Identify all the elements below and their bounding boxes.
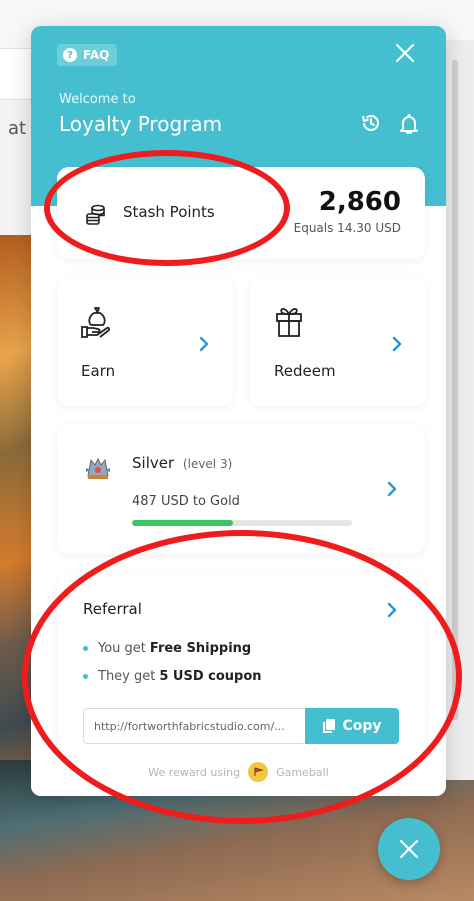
chevron-right-icon	[392, 336, 402, 352]
tier-card[interactable]: Silver (level 3) 487 USD to Gold	[57, 424, 425, 554]
points-balance: 2,860	[318, 187, 401, 217]
tier-name: Silver	[132, 454, 175, 472]
gift-icon	[276, 307, 302, 337]
tier-progress-bar	[132, 520, 352, 526]
redeem-tile[interactable]: Redeem	[250, 278, 426, 406]
copy-icon	[323, 719, 336, 733]
they-get-value: 5 USD coupon	[159, 668, 262, 684]
history-icon[interactable]	[360, 112, 382, 134]
page-scrollbar[interactable]	[452, 60, 458, 720]
referral-title: Referral	[83, 600, 142, 618]
they-get-prefix: They get	[98, 668, 156, 684]
copy-label: Copy	[342, 718, 382, 734]
bullet-icon	[83, 673, 88, 679]
bell-icon[interactable]	[398, 112, 420, 136]
background-partial-text: at	[8, 118, 27, 139]
chevron-right-icon	[199, 336, 209, 352]
footer-brand[interactable]: Gameball	[276, 766, 329, 779]
coins-icon	[86, 204, 105, 225]
widget-toggle-button[interactable]	[378, 818, 440, 880]
footer-text: We reward using	[148, 765, 241, 779]
referral-benefits: You get Free Shipping They get 5 USD cou…	[83, 634, 262, 690]
chevron-right-icon	[387, 481, 397, 497]
list-item: You get Free Shipping	[83, 634, 262, 662]
tier-name-row: Silver (level 3)	[132, 454, 232, 472]
program-title: Loyalty Program	[59, 112, 223, 136]
referral-link-field[interactable]: http://fortworthfabricstudio.com/...	[83, 708, 305, 744]
money-bag-hand-icon	[81, 307, 111, 338]
you-get-value: Free Shipping	[149, 640, 252, 656]
referral-card[interactable]: Referral You get Free Shipping They get …	[57, 574, 425, 774]
earn-tile[interactable]: Earn	[57, 278, 233, 406]
you-get-prefix: You get	[98, 640, 146, 656]
list-item: They get 5 USD coupon	[83, 662, 262, 690]
gameball-logo-icon	[248, 762, 269, 782]
points-equivalent: Equals 14.30 USD	[293, 221, 401, 235]
faq-icon: ?	[63, 48, 77, 62]
loyalty-widget: ? FAQ Welcome to Loyalty Program Stash P…	[31, 26, 446, 796]
bullet-icon	[83, 645, 88, 651]
welcome-text: Welcome to	[59, 92, 136, 107]
stash-points-card[interactable]: Stash Points 2,860 Equals 14.30 USD	[57, 167, 425, 259]
widget-footer: We reward using Gameball	[31, 748, 446, 796]
redeem-label: Redeem	[274, 362, 336, 380]
close-icon[interactable]	[394, 42, 416, 64]
silver-badge-icon	[86, 457, 110, 479]
earn-label: Earn	[81, 362, 116, 380]
tier-progress-fill	[132, 520, 234, 526]
faq-button[interactable]: ? FAQ	[57, 44, 118, 66]
close-icon	[399, 839, 419, 859]
stash-points-label: Stash Points	[123, 203, 215, 221]
next-tier-text: 487 USD to Gold	[132, 494, 240, 509]
copy-button[interactable]: Copy	[305, 708, 399, 744]
faq-label: FAQ	[83, 48, 110, 62]
chevron-right-icon[interactable]	[385, 602, 399, 618]
tier-level: (level 3)	[182, 457, 233, 471]
